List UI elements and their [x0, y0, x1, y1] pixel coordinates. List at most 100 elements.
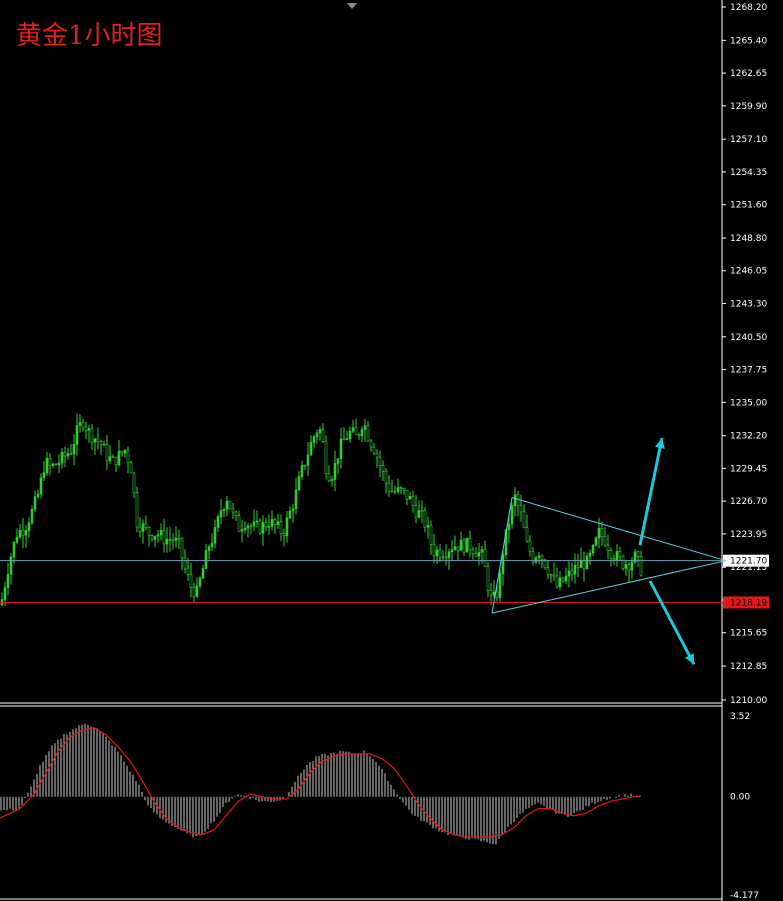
candle-down — [111, 456, 115, 458]
candle-up — [630, 561, 634, 571]
candle-down — [612, 557, 616, 560]
candle-up — [108, 456, 112, 462]
candle-down — [192, 587, 196, 597]
candle-up — [210, 542, 214, 548]
y-tick-label: 1248.80 — [730, 234, 767, 244]
y-tick-label: 1232.20 — [730, 432, 767, 442]
candle-down — [546, 567, 550, 576]
candle-down — [423, 510, 427, 528]
candle-up — [450, 549, 454, 553]
candle-up — [78, 422, 82, 426]
candle-up — [573, 565, 577, 575]
candle-down — [405, 489, 409, 500]
y-tick-label: 1243.30 — [730, 299, 767, 309]
candle-up — [585, 555, 589, 570]
candle-up — [315, 432, 319, 437]
candle-down — [486, 566, 490, 591]
candle-up — [447, 551, 451, 558]
candle-down — [96, 438, 100, 442]
candle-up — [477, 551, 481, 557]
current-price-label: 1221.70 — [730, 557, 767, 567]
candle-up — [360, 429, 364, 437]
candle-down — [279, 521, 283, 534]
candle-up — [207, 546, 211, 551]
candle-up — [363, 425, 367, 430]
candle-down — [516, 494, 520, 506]
candle-up — [33, 496, 37, 510]
macd-tick-label: 0.00 — [730, 793, 750, 803]
candle-up — [408, 496, 412, 500]
candle-down — [342, 438, 346, 441]
candle-up — [18, 529, 22, 538]
candle-down — [600, 528, 604, 537]
candle-down — [582, 559, 586, 570]
candle-down — [468, 537, 472, 551]
candle-up — [537, 555, 541, 559]
candle-down — [81, 422, 85, 428]
candle-down — [249, 525, 253, 528]
candle-down — [105, 443, 109, 462]
candle-up — [339, 438, 343, 459]
candle-down — [366, 425, 370, 442]
candle-down — [144, 523, 148, 528]
candle-down — [411, 496, 415, 506]
candle-down — [561, 577, 565, 582]
y-tick-label: 1226.70 — [730, 497, 767, 507]
candle-up — [75, 425, 79, 445]
candle-up — [42, 472, 46, 479]
candle-up — [153, 535, 157, 540]
candle-down — [189, 574, 193, 588]
candle-up — [300, 464, 304, 477]
y-tick-label: 1235.00 — [730, 398, 767, 408]
candle-up — [267, 525, 271, 528]
candle-up — [255, 520, 259, 523]
candle-up — [594, 537, 598, 546]
candle-down — [483, 549, 487, 567]
candle-up — [45, 458, 49, 474]
candle-down — [489, 590, 493, 596]
candle-up — [117, 450, 121, 466]
candle-up — [57, 462, 61, 466]
candle-up — [507, 523, 511, 531]
candle-up — [216, 516, 220, 528]
candle-down — [183, 557, 187, 569]
candle-up — [261, 522, 265, 534]
candle-down — [147, 526, 151, 536]
candle-down — [390, 490, 394, 493]
chart-title: 黄金1小时图 — [16, 21, 163, 51]
candle-up — [222, 509, 226, 511]
y-tick-label: 1210.00 — [730, 696, 767, 706]
candle-up — [3, 587, 7, 600]
candle-up — [426, 525, 430, 528]
candle-down — [444, 556, 448, 559]
y-tick-label: 1265.40 — [730, 36, 767, 46]
candle-up — [591, 544, 595, 554]
candle-down — [378, 456, 382, 466]
candle-up — [558, 577, 562, 588]
candle-up — [597, 528, 601, 539]
candle-up — [276, 521, 280, 525]
candle-up — [513, 494, 517, 507]
candle-down — [540, 555, 544, 560]
candle-up — [204, 550, 208, 569]
candle-down — [126, 449, 130, 464]
candle-down — [471, 549, 475, 554]
candle-down — [150, 535, 154, 540]
candle-up — [93, 438, 97, 443]
candle-down — [135, 492, 139, 528]
y-tick-label: 1251.60 — [730, 201, 767, 211]
candle-up — [252, 521, 256, 527]
candle-up — [270, 519, 274, 527]
gold-hourly-chart: 1268.20 1265.40 1262.65 1259.90 1257.10 1254.… — [0, 0, 783, 901]
y-tick-label: 1262.65 — [730, 69, 767, 79]
candle-up — [30, 508, 34, 524]
candle-down — [639, 556, 643, 576]
candle-up — [174, 537, 178, 541]
candle-up — [294, 489, 298, 509]
macd-tick-label: -4.177 — [730, 891, 759, 901]
candle-up — [9, 556, 13, 575]
candle-down — [168, 538, 172, 541]
candle-down — [387, 482, 391, 492]
candle-down — [399, 487, 403, 489]
candle-up — [165, 538, 169, 545]
